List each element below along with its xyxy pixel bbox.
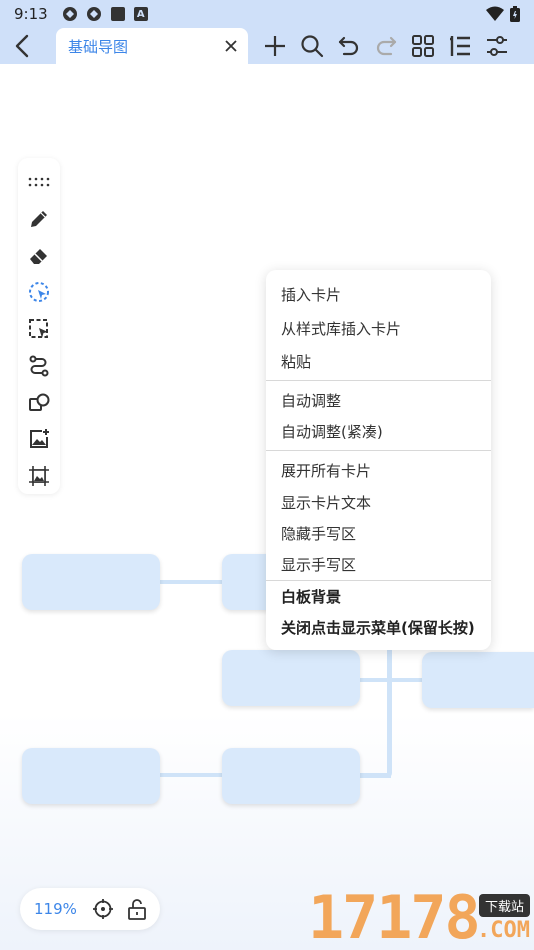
- grid-icon: [412, 35, 434, 57]
- zoom-level[interactable]: 119%: [34, 900, 77, 918]
- toolbar-drag-handle[interactable]: [24, 164, 54, 201]
- battery-icon: [510, 6, 520, 26]
- wifi-icon: [486, 6, 504, 26]
- menu-item-hide-handwriting[interactable]: 隐藏手写区: [281, 523, 356, 544]
- search-button[interactable]: [299, 32, 325, 60]
- watermark-tag: 下载站: [478, 894, 530, 917]
- mindmap-card[interactable]: [222, 650, 360, 706]
- connector-line: [357, 773, 391, 778]
- lock-button[interactable]: [125, 897, 149, 921]
- add-button[interactable]: [262, 32, 288, 60]
- undo-button[interactable]: [336, 32, 362, 60]
- context-menu: 插入卡片 从样式库插入卡片 粘贴 自动调整 自动调整(紧凑) 展开所有卡片 显示…: [266, 270, 491, 650]
- redo-icon: [376, 36, 397, 56]
- watermark-logo: 17178 下载站 .COM: [308, 886, 534, 950]
- status-time: 9:13: [14, 5, 48, 23]
- connector-tool-button[interactable]: [24, 347, 54, 384]
- eraser-tool-button[interactable]: [24, 237, 54, 274]
- unlock-icon: [127, 899, 146, 920]
- settings-sliders-icon: [487, 36, 507, 56]
- watermark-number: 17178: [308, 883, 481, 950]
- insert-image-button[interactable]: [24, 421, 54, 458]
- app-header: 基础导图: [0, 28, 534, 64]
- outline-icon: [450, 36, 470, 56]
- tab-title: 基础导图: [68, 37, 129, 56]
- mindmap-card[interactable]: [222, 748, 360, 804]
- grid-view-button[interactable]: [410, 32, 436, 60]
- background-image-button[interactable]: [24, 457, 54, 494]
- back-icon: [15, 34, 29, 58]
- connector-line: [357, 678, 423, 682]
- connector-line: [158, 580, 224, 584]
- menu-item-insert-from-style-library[interactable]: 从样式库插入卡片: [281, 318, 401, 339]
- connector-icon: [29, 355, 49, 377]
- menu-item-auto-adjust[interactable]: 自动调整: [281, 390, 341, 411]
- menu-item-expand-all-cards[interactable]: 展开所有卡片: [281, 460, 371, 481]
- pen-icon: [31, 211, 47, 227]
- app-notification-icon: [62, 6, 78, 22]
- insert-image-icon: [30, 429, 49, 449]
- menu-item-insert-card[interactable]: 插入卡片: [281, 284, 341, 305]
- menu-item-whiteboard-background[interactable]: 白板背景: [281, 586, 341, 607]
- shapes-tool-button[interactable]: [24, 384, 54, 421]
- menu-item-disable-tap-menu[interactable]: 关闭点击显示菜单(保留长按): [281, 617, 475, 638]
- eraser-icon: [30, 248, 47, 264]
- menu-divider: [266, 450, 491, 451]
- tab-close-button[interactable]: [222, 37, 240, 55]
- menu-item-show-handwriting[interactable]: 显示手写区: [281, 554, 356, 575]
- watermark-domain: .COM: [477, 918, 530, 943]
- connector-line: [387, 640, 392, 778]
- box-select-icon: [29, 319, 48, 339]
- locate-crosshair-icon: [92, 899, 113, 919]
- redo-button[interactable]: [373, 32, 399, 60]
- app-square-icon: [110, 6, 126, 22]
- zoom-controls: 119%: [20, 888, 160, 930]
- back-button[interactable]: [10, 32, 34, 60]
- outline-button[interactable]: [447, 32, 473, 60]
- search-icon: [301, 35, 324, 58]
- mindmap-card[interactable]: [22, 748, 160, 804]
- add-icon: [265, 36, 285, 56]
- mindmap-card[interactable]: [22, 554, 160, 610]
- badge-a-icon: A: [133, 7, 148, 21]
- pen-tool-button[interactable]: [24, 201, 54, 238]
- tab-document[interactable]: 基础导图: [56, 28, 248, 64]
- close-icon: [225, 40, 237, 52]
- drag-handle-icon: [28, 178, 50, 187]
- menu-item-paste[interactable]: 粘贴: [281, 351, 311, 372]
- menu-divider: [266, 380, 491, 381]
- app-notification-icon: [86, 6, 102, 22]
- settings-button[interactable]: [484, 32, 510, 60]
- lasso-select-icon: [29, 282, 49, 303]
- background-image-icon: [29, 465, 49, 486]
- menu-item-auto-adjust-compact[interactable]: 自动调整(紧凑): [281, 421, 383, 442]
- left-toolbar: [18, 158, 60, 494]
- mindmap-card[interactable]: [422, 652, 534, 708]
- box-select-tool-button[interactable]: [24, 311, 54, 348]
- undo-icon: [338, 36, 359, 56]
- menu-divider: [266, 580, 491, 581]
- connector-line: [158, 773, 224, 777]
- locate-button[interactable]: [91, 897, 115, 921]
- status-bar: 9:13 A: [0, 0, 534, 28]
- shapes-icon: [29, 393, 50, 412]
- menu-item-show-card-text[interactable]: 显示卡片文本: [281, 492, 371, 513]
- lasso-tool-button[interactable]: [24, 274, 54, 311]
